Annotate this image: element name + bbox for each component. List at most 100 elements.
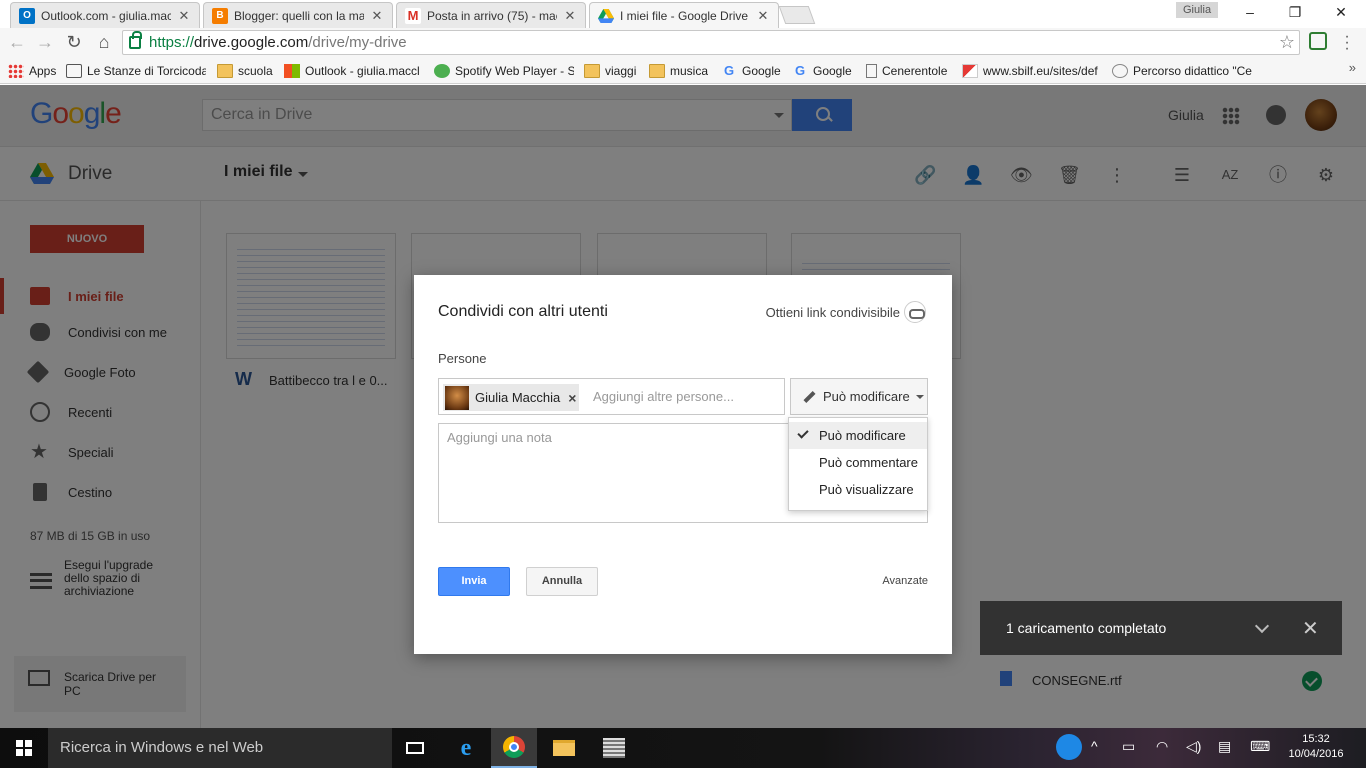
url-host: drive.google.com [194, 34, 309, 51]
home-icon[interactable]: ⌂ [93, 31, 115, 53]
back-arrow-icon[interactable]: ← [6, 31, 28, 53]
tab-gmail[interactable]: M Posta in arrivo (75) - macc ✕ [396, 2, 586, 28]
bookmark-item[interactable]: G Google [721, 62, 781, 80]
chevron-up-icon[interactable]: ^ [1091, 738, 1098, 754]
spotify-icon [434, 64, 450, 78]
bookmark-item[interactable]: Outlook - giulia.maccl [284, 62, 422, 80]
bookmark-label: Le Stanze di Torcicoda [87, 64, 206, 78]
bookmark-label: www.sbilf.eu/sites/def [983, 64, 1098, 78]
close-tab-icon[interactable]: ✕ [370, 8, 384, 24]
bookmark-folder[interactable]: scuola [217, 62, 273, 80]
permission-dropdown[interactable]: Può modificare [790, 378, 928, 415]
modal-backdrop [980, 655, 1342, 703]
close-icon[interactable]: ✕ [1302, 616, 1319, 641]
get-shareable-link[interactable]: Ottieni link condivisibile [766, 305, 900, 320]
app-icon[interactable] [591, 728, 637, 768]
system-clock[interactable]: 15:32 10/04/2016 [1284, 732, 1348, 762]
bookmark-item[interactable]: www.sbilf.eu/sites/def [962, 62, 1102, 80]
bookmark-label: Google [813, 64, 852, 78]
menu-item-can-edit[interactable]: Può modificare [789, 422, 927, 449]
close-tab-icon[interactable]: ✕ [177, 8, 191, 24]
seal-icon [1112, 64, 1128, 78]
tab-title: I miei file - Google Drive [620, 8, 749, 23]
browser-tab-strip: O Outlook.com - giulia.macc ✕ B Blogger:… [0, 0, 1366, 28]
reload-icon[interactable]: ↻ [63, 31, 85, 53]
chrome-icon[interactable] [491, 728, 537, 768]
menu-item-can-view[interactable]: Può visualizzare [789, 476, 927, 503]
bookmark-label: Cenerentole [882, 64, 948, 78]
blogger-icon: B [212, 7, 228, 24]
microsoft-icon [284, 64, 300, 78]
close-tab-icon[interactable]: ✕ [563, 8, 577, 24]
chrome-menu-icon[interactable]: · · · [1341, 29, 1353, 57]
send-button[interactable]: Invia [438, 567, 510, 596]
windows-start-icon[interactable] [16, 740, 32, 756]
bookmark-item[interactable]: Le Stanze di Torcicoda [66, 62, 206, 80]
tab-google-drive[interactable]: I miei file - Google Drive ✕ [589, 2, 779, 28]
cancel-button[interactable]: Annulla [526, 567, 598, 596]
lock-icon [129, 31, 142, 49]
folder-icon [584, 64, 600, 78]
keyboard-icon[interactable]: ⌨ [1250, 738, 1270, 755]
bookmarks-more-icon[interactable]: » [1349, 60, 1356, 75]
tab-outlook[interactable]: O Outlook.com - giulia.macc ✕ [10, 2, 200, 28]
new-tab-button[interactable] [778, 6, 816, 24]
forward-arrow-icon[interactable]: → [34, 31, 56, 53]
bookmark-apps[interactable]: Apps [8, 62, 56, 80]
action-center-icon[interactable]: ▤ [1218, 738, 1231, 755]
tab-title: Posta in arrivo (75) - macc [427, 8, 557, 23]
battery-icon[interactable]: ▭ [1122, 738, 1135, 755]
extension-icon[interactable] [1309, 32, 1327, 50]
outlook-icon: O [19, 7, 35, 24]
menu-item-can-comment[interactable]: Può commentare [789, 449, 927, 476]
minimize-button[interactable]: – [1227, 0, 1273, 24]
bookmark-label: Google [742, 64, 781, 78]
tab-title: Blogger: quelli con la mac [234, 8, 364, 23]
dialog-title: Condividi con altri utenti [438, 303, 608, 320]
folder-icon [217, 64, 233, 78]
folder-icon [649, 64, 665, 78]
link-icon[interactable] [904, 301, 926, 323]
upload-status-title: 1 caricamento completato [1006, 620, 1167, 636]
advanced-link[interactable]: Avanzate [882, 575, 928, 587]
menu-item-label: Può commentare [819, 455, 918, 470]
bookmark-star-icon[interactable]: ☆ [1279, 32, 1295, 53]
bookmark-label: viaggi [605, 64, 637, 78]
bookmark-item[interactable]: G Google [792, 62, 852, 80]
clock-time: 15:32 [1302, 733, 1330, 745]
bookmark-item[interactable]: Cenerentole [866, 62, 947, 80]
bookmark-label: Spotify Web Player - S [455, 64, 574, 78]
drive-icon [598, 8, 614, 24]
gmail-icon: M [405, 7, 421, 24]
bookmark-label: Apps [29, 64, 57, 78]
page-icon [866, 64, 877, 78]
close-tab-icon[interactable]: ✕ [756, 8, 770, 24]
bookmark-item[interactable]: Percorso didattico "Ce [1112, 62, 1252, 80]
remove-person-icon[interactable]: × [568, 390, 576, 406]
profile-button[interactable]: Giulia [1176, 2, 1218, 18]
taskbar-search-box[interactable]: Ricerca in Windows e nel Web [48, 728, 392, 768]
bookmark-item[interactable]: Spotify Web Player - S [434, 62, 574, 80]
bookmark-folder[interactable]: viaggi [584, 62, 636, 80]
close-window-button[interactable]: ✕ [1318, 0, 1364, 24]
bookmark-folder[interactable]: musica [649, 62, 708, 80]
url-scheme: https:// [149, 34, 195, 51]
google-icon: G [723, 63, 735, 78]
add-people-placeholder[interactable]: Aggiungi altre persone... [593, 389, 734, 404]
bookmark-label: musica [670, 64, 709, 78]
address-bar[interactable]: https://drive.google.com/drive/my-drive … [122, 30, 1300, 55]
wifi-icon[interactable]: ◠ [1156, 738, 1168, 755]
notification-app-icon[interactable] [1056, 734, 1082, 760]
edge-browser-icon[interactable]: e [443, 728, 489, 768]
share-dialog: Condividi con altri utenti Ottieni link … [414, 275, 952, 654]
restore-button[interactable]: ❐ [1272, 0, 1318, 24]
avatar [445, 385, 469, 410]
tab-blogger[interactable]: B Blogger: quelli con la mac ✕ [203, 2, 393, 28]
chevron-down-icon [915, 394, 924, 399]
check-icon [797, 427, 809, 439]
file-explorer-icon[interactable] [541, 728, 587, 768]
volume-icon[interactable]: ◁) [1186, 738, 1201, 755]
people-input-field[interactable]: Giulia Macchia × Aggiungi altre persone.… [438, 378, 785, 415]
chevron-down-icon[interactable] [1254, 618, 1270, 634]
task-view-icon[interactable] [392, 728, 438, 768]
